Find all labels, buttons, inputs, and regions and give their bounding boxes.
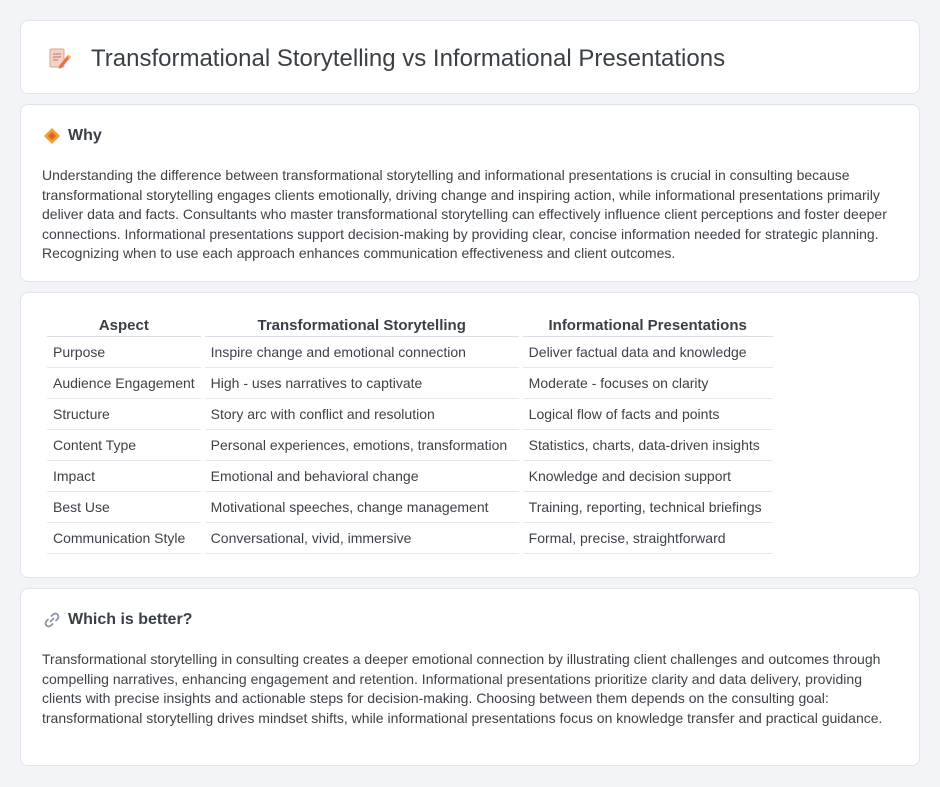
table-cell: Purpose bbox=[47, 337, 201, 368]
table-row: Best Use Motivational speeches, change m… bbox=[47, 492, 773, 523]
table-header-row: Aspect Transformational Storytelling Inf… bbox=[47, 315, 773, 337]
table-cell: Impact bbox=[47, 461, 201, 492]
table-row: Communication Style Conversational, vivi… bbox=[47, 523, 773, 554]
why-title: Why bbox=[68, 127, 102, 144]
why-heading: Why bbox=[43, 127, 102, 145]
table-cell: Motivational speeches, change management bbox=[204, 492, 519, 523]
page-title: Transformational Storytelling vs Informa… bbox=[91, 45, 726, 72]
table-cell: Emotional and behavioral change bbox=[204, 461, 519, 492]
table-cell: Moderate - focuses on clarity bbox=[522, 368, 773, 399]
table-cell: Formal, precise, straightforward bbox=[522, 523, 773, 554]
column-header: Transformational Storytelling bbox=[204, 315, 519, 337]
table-cell: Conversational, vivid, immersive bbox=[204, 523, 519, 554]
better-title: Which is better? bbox=[68, 611, 193, 628]
table-cell: Structure bbox=[47, 399, 201, 430]
why-text: Understanding the difference between tra… bbox=[42, 167, 887, 262]
link-icon bbox=[44, 612, 60, 628]
table-cell: Statistics, charts, data-driven insights bbox=[522, 430, 773, 461]
table-cell: Training, reporting, technical briefings bbox=[522, 492, 773, 523]
which-is-better-section: Which is better? Transformational storyt… bbox=[20, 588, 920, 766]
table-row: Impact Emotional and behavioral change K… bbox=[47, 461, 773, 492]
table-cell: Audience Engagement bbox=[47, 368, 201, 399]
table-cell: Story arc with conflict and resolution bbox=[204, 399, 519, 430]
table-row: Audience Engagement High - uses narrativ… bbox=[47, 368, 773, 399]
table-cell: High - uses narratives to captivate bbox=[204, 368, 519, 399]
table-row: Content Type Personal experiences, emoti… bbox=[47, 430, 773, 461]
table-cell: Best Use bbox=[47, 492, 201, 523]
table-cell: Deliver factual data and knowledge bbox=[522, 337, 773, 368]
table-row: Purpose Inspire change and emotional con… bbox=[47, 337, 773, 368]
comparison-table: Aspect Transformational Storytelling Inf… bbox=[43, 315, 777, 554]
diamond-icon bbox=[44, 128, 60, 144]
why-section: Why Understanding the difference between… bbox=[20, 104, 920, 282]
header-card: Transformational Storytelling vs Informa… bbox=[20, 20, 920, 94]
table-cell: Logical flow of facts and points bbox=[522, 399, 773, 430]
table-row: Structure Story arc with conflict and re… bbox=[47, 399, 773, 430]
table-cell: Knowledge and decision support bbox=[522, 461, 773, 492]
better-text: Transformational storytelling in consult… bbox=[42, 651, 883, 726]
table-cell: Personal experiences, emotions, transfor… bbox=[204, 430, 519, 461]
table-cell: Inspire change and emotional connection bbox=[204, 337, 519, 368]
column-header: Aspect bbox=[47, 315, 201, 337]
pencil-document-icon bbox=[49, 48, 71, 69]
table-cell: Content Type bbox=[47, 430, 201, 461]
column-header: Informational Presentations bbox=[522, 315, 773, 337]
table-cell: Communication Style bbox=[47, 523, 201, 554]
better-heading: Which is better? bbox=[43, 611, 192, 629]
comparison-section: Aspect Transformational Storytelling Inf… bbox=[20, 292, 920, 578]
